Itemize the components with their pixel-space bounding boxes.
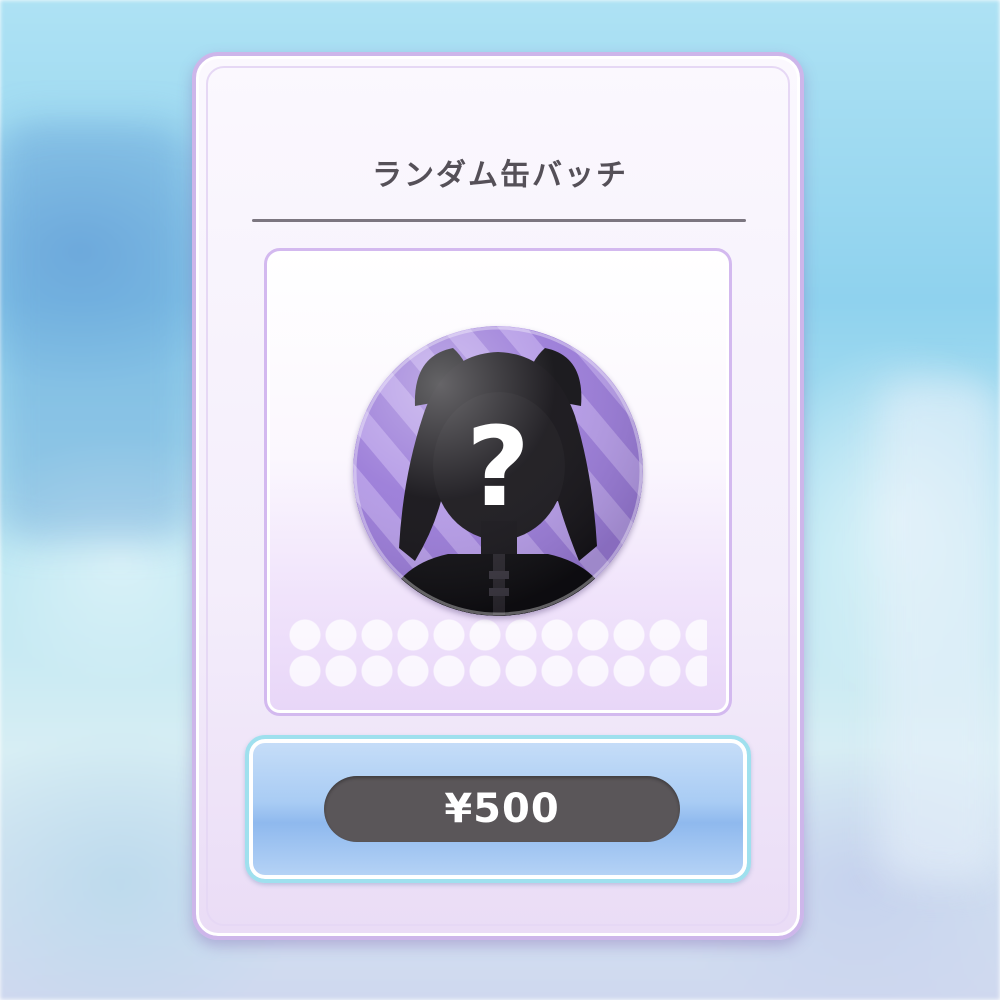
mystery-badge-icon: ? — [353, 326, 643, 616]
title-divider — [252, 219, 746, 222]
dot-pattern — [289, 619, 707, 691]
product-title: ランダム缶バッチ — [372, 158, 628, 193]
price-pill: ¥500 — [324, 776, 680, 842]
question-mark-icon: ? — [466, 403, 530, 531]
price-label: ¥500 — [444, 786, 560, 832]
background-building-right — [880, 380, 1000, 880]
purchase-button[interactable]: ¥500 — [245, 735, 751, 883]
